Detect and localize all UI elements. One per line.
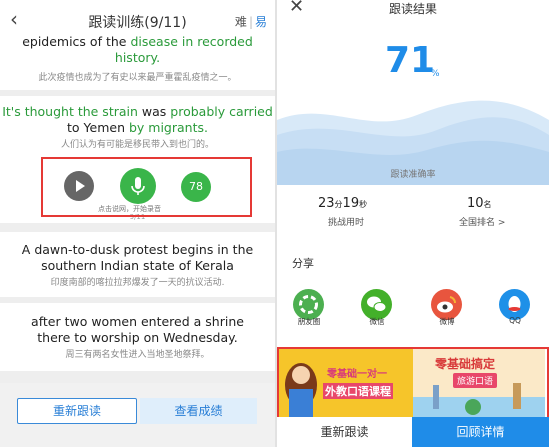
- sentence-english: epidemics of the disease in recorded his…: [22, 34, 253, 65]
- difficulty-separator: |: [248, 15, 253, 29]
- sentence-chinese: 人们认为有可能是移民带入到也门的。: [60, 140, 214, 150]
- accuracy-value: 71: [385, 40, 436, 81]
- record-button[interactable]: [120, 168, 156, 204]
- difficulty-easy[interactable]: 易: [255, 15, 267, 29]
- retry-button[interactable]: 重新跟读: [277, 417, 412, 447]
- sentence-chinese: 周三有两名女性进入当地圣地祭拜。: [65, 350, 210, 360]
- sentence-card-previous[interactable]: epidemics of the disease in recorded his…: [0, 34, 275, 90]
- sentence-chinese: 此次疫情也成为了有史以来最严重霍乱疫情之一。: [38, 73, 237, 83]
- sentence-card[interactable]: A dawn-to-dusk protest begins in the sou…: [0, 232, 275, 297]
- record-hint: 点击说网，开始录音: [98, 205, 161, 213]
- share-title: 分享: [292, 257, 314, 270]
- review-details-button[interactable]: 回顾详情: [412, 417, 549, 447]
- time-label: 挑战用时: [328, 218, 365, 228]
- microphone-icon: [131, 177, 145, 195]
- share-label-wechat: 微信: [369, 317, 385, 326]
- page-title: 跟读训练(9/11): [88, 15, 187, 31]
- share-label-qq: QQ: [509, 316, 521, 325]
- share-label-moments: 朋友圈: [297, 317, 321, 326]
- screenshot-composite: ‹ 跟读训练(9/11) 难 | 易 epidemics of the diseas…: [0, 0, 549, 447]
- follow-read-training-screen: ‹ 跟读训练(9/11) 难 | 易 epidemics of the diseas…: [0, 0, 275, 447]
- time-value: 23分19秒: [318, 196, 368, 211]
- sentence-chinese: 印度南部的喀拉拉邦爆发了一天的抗议活动.: [50, 278, 225, 288]
- retry-button[interactable]: 重新跟读: [17, 398, 137, 424]
- rank-value: 10名: [467, 196, 492, 211]
- sentence-english: It's thought the strain was probably car…: [2, 104, 273, 135]
- page-title: 跟读结果: [388, 2, 437, 16]
- difficulty-hard[interactable]: 难: [235, 15, 247, 29]
- header-bar: ‹ 跟读训练(9/11) 难 | 易: [0, 0, 275, 38]
- banner-highlight-box: [277, 347, 549, 420]
- rank-link[interactable]: 全国排名 >: [459, 215, 505, 228]
- results-screen: ✕ 跟读结果 71 % 跟读准确率 23分19秒 挑战用时 10名 全国排名 >…: [277, 0, 549, 447]
- sentence-english: A dawn-to-dusk protest begins in the sou…: [21, 242, 254, 273]
- share-label-weibo: 微博: [439, 317, 455, 326]
- score-badge[interactable]: 78: [181, 172, 211, 202]
- view-results-button[interactable]: 查看成绩: [140, 398, 257, 424]
- difficulty-toggle: 难 | 易: [235, 13, 267, 30]
- sentence-card[interactable]: after two women entered a shrine there t…: [0, 303, 275, 371]
- bottom-action-bar: 重新跟读 回顾详情: [277, 417, 549, 447]
- accuracy-label: 跟读准确率: [390, 170, 436, 180]
- sentence-english: after two women entered a shrine there t…: [31, 314, 244, 345]
- play-icon: [76, 180, 85, 192]
- play-button[interactable]: [64, 171, 94, 201]
- accuracy-unit: %: [431, 69, 440, 79]
